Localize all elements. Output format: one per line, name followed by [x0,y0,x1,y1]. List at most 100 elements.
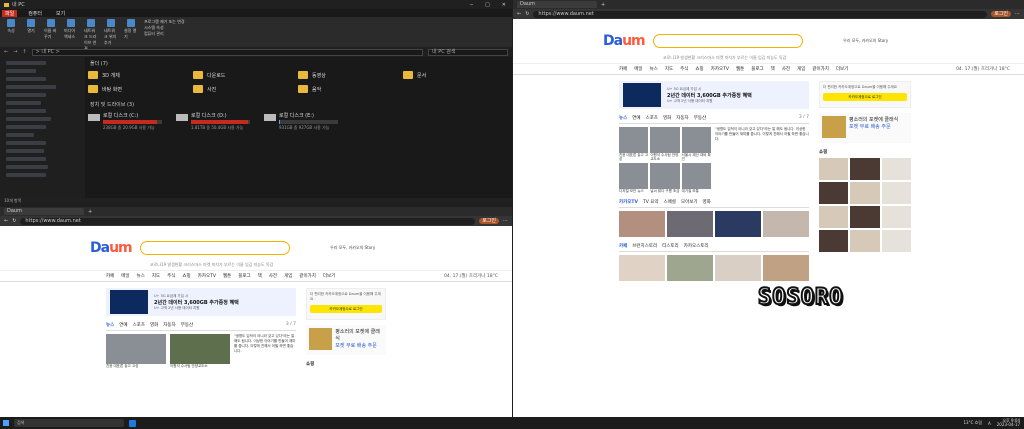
back-arrow-icon[interactable]: ← [4,218,8,224]
ad-banner[interactable]: U+ 5G 요금제 가입 시 2년간 데이터 3,600GB 추가증정 혜택 U+ … [106,288,296,316]
edge-app-icon[interactable] [129,419,136,427]
gnb-item[interactable]: 쇼핑 [182,273,190,279]
kakao-story-banner[interactable]: 우리 모두, 카카오의 Story [841,38,891,44]
gnb-item[interactable]: 카카오TV [198,273,216,279]
tv-tab[interactable]: 스페셜 [664,199,676,205]
news-tab[interactable]: 자동차 [163,322,175,328]
gnb-item[interactable]: 메일 [634,66,642,72]
folder-desktop[interactable]: 바탕 화면 [88,85,193,93]
language-indicator[interactable]: A [988,421,991,426]
news-tab[interactable]: 연예 [119,322,127,328]
story-tab[interactable]: 카페 [619,243,627,249]
ribbon-tab-file[interactable]: 파일 [2,9,18,17]
maximize-icon[interactable]: □ [485,2,490,8]
folder-3d-objects[interactable]: 3D 개체 [88,71,193,79]
news-tab[interactable]: 뉴스 [619,115,627,121]
computer-management-link[interactable]: 컴퓨터 관리 [144,31,185,37]
folder-pictures[interactable]: 사진 [193,85,298,93]
back-arrow-icon[interactable]: ← [4,49,8,55]
kakao-login-button[interactable]: 카카오계정으로 로그인 [310,305,382,313]
profile-login-button[interactable]: 로그인 [479,218,499,224]
tv-tab[interactable]: 영화 [703,199,711,205]
more-menu-icon[interactable]: ⋯ [503,218,508,224]
folder-downloads[interactable]: 다운로드 [193,71,298,79]
tv-thumb[interactable] [763,211,809,237]
back-arrow-icon[interactable]: ← [517,11,521,17]
story-tab[interactable]: 카카오스토리 [684,243,709,249]
gnb-item[interactable]: 카페 [106,273,114,279]
news-tab[interactable]: 자동차 [676,115,688,121]
gnb-item[interactable]: 게임 [797,66,805,72]
shop-item[interactable] [881,182,911,204]
gnb-item[interactable]: 지도 [152,273,160,279]
taskbar-search[interactable]: 검색 [14,419,124,427]
tv-tab[interactable]: TV 요약 [643,199,659,205]
shop-item[interactable] [850,230,880,252]
shop-item[interactable] [850,206,880,228]
clock[interactable]: 오후 9:04 2023-04-17 [997,418,1020,428]
gnb-item[interactable]: 책 [771,66,775,72]
gnb-item[interactable]: 지도 [665,66,673,72]
story-thumb[interactable] [619,255,665,281]
gnb-item[interactable]: 쇼핑 [695,66,703,72]
ad-banner[interactable]: U+ 5G 요금제 가입 시 2년간 데이터 3,600GB 추가증정 혜택 U+ … [619,81,809,109]
shop-item[interactable] [819,182,849,204]
weather-widget[interactable]: 13°C 흐림 [963,420,982,426]
open-settings-button[interactable]: 설정 열기 [124,19,138,40]
trending-searches[interactable]: 코로나19 발생현황 크리스마스 마켓 까치가 부르는 이름 입김 지능도 독감 [150,262,273,268]
news-tab[interactable]: 뉴스 [106,322,114,328]
trending-searches[interactable]: 코로나19 발생현황 크리스마스 마켓 까치가 부르는 이름 입김 지능도 독감 [663,55,786,61]
folder-videos[interactable]: 동영상 [298,71,403,79]
refresh-icon[interactable]: ↻ [525,11,529,17]
url-bar[interactable]: https://www.daum.net [533,10,988,18]
news-text[interactable]: "생명도 입덕이 아니라 갖고 있다"라는 말 해도 됩니다. 이상한 이야기를… [234,334,296,368]
tv-tab[interactable]: 카카오TV [619,199,638,205]
gnb-item[interactable]: 게임 [284,273,292,279]
ribbon-tab-computer[interactable]: 컴퓨터 [25,10,45,17]
shop-item[interactable] [819,206,849,228]
tv-thumb[interactable] [619,211,665,237]
gnb-item[interactable]: 뉴스 [650,66,658,72]
folder-documents[interactable]: 문서 [403,71,508,79]
map-drive-button[interactable]: 네트워크 드라이브 연결 [84,19,98,52]
gnb-item[interactable]: 더보기 [323,273,335,279]
shop-item[interactable] [850,182,880,204]
close-icon[interactable]: ✕ [502,2,506,8]
story-thumb[interactable] [763,255,809,281]
new-tab-icon[interactable]: + [601,2,605,8]
drive-item[interactable]: 로컬 디스크 (E:) 931GB 중 927GB 사용 가능 [264,112,338,131]
story-tab[interactable]: 브런치스토리 [632,243,657,249]
story-tab[interactable]: 티스토리 [662,243,679,249]
news-tab[interactable]: 부동산 [181,322,193,328]
gnb-item[interactable]: 주식 [680,66,688,72]
shop-item[interactable] [819,230,849,252]
drives-header[interactable]: 장치 및 드라이브 (3) [90,101,508,108]
browser-tab[interactable]: Daum [517,1,597,8]
news-tab[interactable]: 영화 [663,115,671,121]
kakao-login-button[interactable]: 카카오계정으로 로그인 [823,93,907,101]
news-card[interactable]: 서울시 재산 대비 확인 [681,127,711,161]
folder-music[interactable]: 음악 [298,85,403,93]
daum-search-input[interactable] [139,241,290,255]
navigation-pane[interactable] [0,57,85,205]
news-card[interactable]: 친윤 대표론 놓고 고성 [619,127,649,161]
gnb-item[interactable]: 사전 [782,66,790,72]
kakao-story-banner[interactable]: 우리 모두, 카카오의 Story [328,245,378,251]
gnb-item[interactable]: 같이가치 [299,273,316,279]
open-button[interactable]: 열기 [24,19,38,34]
news-card[interactable]: 이원석 수사팀 안양교도소 [650,127,680,161]
news-tab[interactable]: 부동산 [694,115,706,121]
address-bar[interactable]: > 내 PC > [31,48,423,56]
news-card[interactable]: 날씨 맑다 구름 조금 [650,163,680,193]
tv-tab[interactable]: 모아보기 [681,199,698,205]
forward-arrow-icon[interactable]: → [13,49,17,55]
gnb-item[interactable]: 사전 [269,273,277,279]
news-text[interactable]: "생명도 입덕이 아니라 갖고 있다"라는 말 해도 됩니다. 이상한 이야기를… [715,127,809,193]
shop-item[interactable] [819,158,849,180]
gnb-item[interactable]: 웹툰 [736,66,744,72]
gnb-item[interactable]: 블로그 [751,66,763,72]
news-thumb[interactable] [106,334,166,364]
gnb-item[interactable]: 카페 [619,66,627,72]
daum-logo[interactable]: Daum [90,240,133,256]
daum-search-input[interactable] [652,34,803,48]
